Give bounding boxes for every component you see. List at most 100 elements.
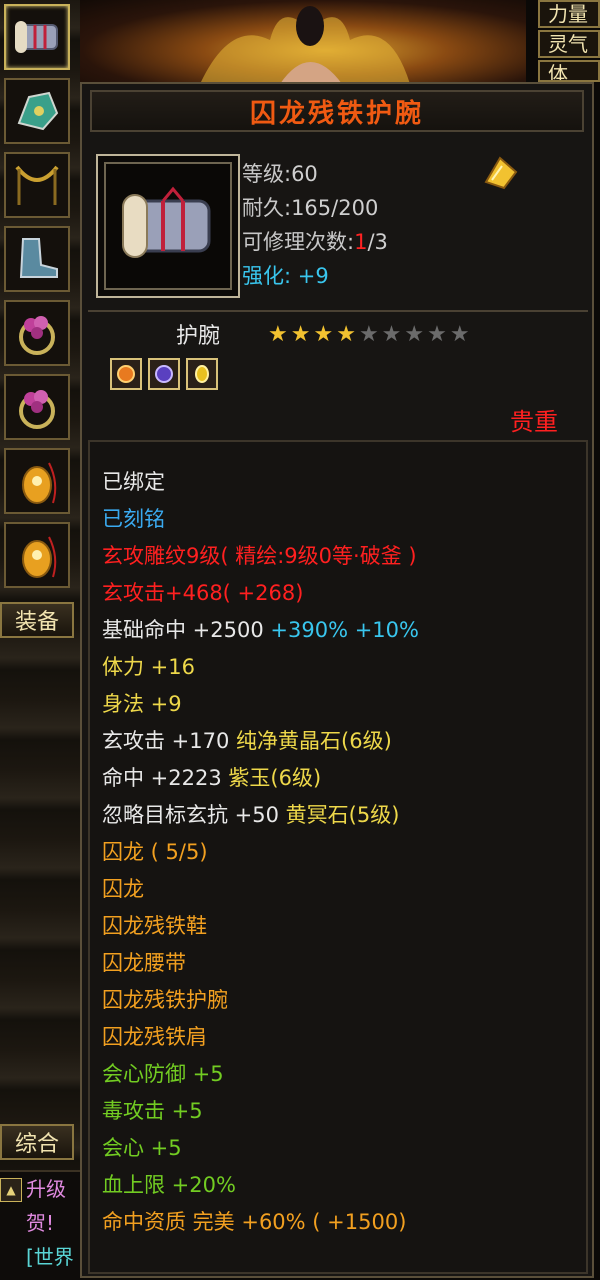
attribute-extra: 纯净黄晶石(6级) <box>236 729 392 753</box>
star-empty-icon: ★ <box>427 322 447 347</box>
star-filled-icon: ★ <box>290 322 311 347</box>
attribute-line: 忽略目标玄抗 +50 黄冥石(5级) <box>102 797 419 834</box>
equipment-column: 装备 综合 ▲ 升级 贺! [世界 <box>0 0 80 1280</box>
item-type: 护腕 <box>176 324 221 349</box>
item-level: 等级:60 <box>242 162 318 186</box>
attribute-line: 囚龙残铁护腕 <box>102 982 419 1019</box>
star-filled-icon: ★ <box>336 322 356 347</box>
orange-gem-icon <box>117 365 135 383</box>
attribute-text: 囚龙残铁鞋 <box>102 914 207 938</box>
equip-slot-ring-1[interactable] <box>4 300 70 366</box>
attribute-text: 玄攻击+468( +268) <box>102 581 304 605</box>
attribute-line: 囚龙腰带 <box>102 945 419 982</box>
tab-equipment[interactable]: 装备 <box>0 602 74 638</box>
equip-slot-pendant-1[interactable] <box>4 448 70 514</box>
item-repair-count: 可修理次数:1/3 <box>242 230 388 254</box>
equip-slot-boots[interactable] <box>4 226 70 292</box>
star-filled-icon: ★ <box>313 322 334 347</box>
chat-line: [世界 <box>26 1245 74 1269</box>
attribute-line: 毒攻击 +5 <box>102 1093 419 1130</box>
attribute-line: 玄攻雕纹9级( 精绘:9级0等·破釜 ) <box>102 538 419 575</box>
attribute-extra: 紫玉(6级) <box>228 766 322 790</box>
star-empty-icon: ★ <box>404 322 425 347</box>
attribute-line: 基础命中 +2500 +390% +10% <box>102 612 419 649</box>
star-empty-icon: ★ <box>358 322 379 347</box>
item-quality: 贵重 <box>510 408 558 436</box>
attribute-text: 基础命中 +2500 <box>102 618 271 642</box>
attribute-text: 命中 +2223 <box>102 766 229 790</box>
socket-gem-1 <box>110 358 142 390</box>
character-figure-icon <box>200 6 410 85</box>
ring-icon <box>19 316 55 355</box>
attribute-text: 囚龙残铁肩 <box>102 1025 207 1049</box>
attribute-text: 囚龙 <box>102 877 144 901</box>
gem-sockets <box>110 358 218 390</box>
attribute-text: 毒攻击 +5 <box>102 1099 203 1123</box>
item-tooltip: 囚龙残铁护腕 等级:60 耐久:165/200 可修理次数:1/3 强化: +9… <box>80 82 594 1278</box>
attribute-line: 囚龙 <box>102 871 419 908</box>
item-icon-frame <box>96 154 240 298</box>
purple-gem-icon <box>155 365 173 383</box>
attribute-line: 囚龙残铁肩 <box>102 1019 419 1056</box>
attribute-line: 已刻铭 <box>102 501 419 538</box>
equip-slot-necklace[interactable] <box>4 152 70 218</box>
bracer-icon <box>122 186 211 258</box>
attribute-list: 已绑定 已刻铭 玄攻雕纹9级( 精绘:9级0等·破釜 ) 玄攻击+468( +268)… <box>102 464 419 1241</box>
attribute-text: 玄攻雕纹9级( 精绘:9级0等·破釜 ) <box>102 544 417 568</box>
attribute-text: 囚龙残铁护腕 <box>102 988 228 1012</box>
bracer-icon <box>15 21 58 53</box>
attribute-line: 命中 +2223 紫玉(6级) <box>102 760 419 797</box>
attribute-line: 会心防御 +5 <box>102 1056 419 1093</box>
attribute-extra: 黄冥石(5级) <box>285 803 400 827</box>
star-filled-icon: ★ <box>268 322 288 347</box>
tab-general[interactable]: 综合 <box>0 1124 74 1160</box>
stat-button-body[interactable]: 体 <box>538 60 600 82</box>
equip-slot-gauntlet[interactable] <box>4 78 70 144</box>
attribute-line: 命中资质 完美 +60% ( +1500) <box>102 1204 419 1241</box>
tooltip-title-bar: 囚龙残铁护腕 <box>90 90 584 132</box>
attribute-line: 玄攻击+468( +268) <box>102 575 419 612</box>
star-empty-icon: ★ <box>449 322 470 347</box>
attribute-line: 身法 +9 <box>102 686 419 723</box>
attribute-text: 会心防御 +5 <box>102 1062 224 1086</box>
attribute-line: 体力 +16 <box>102 649 419 686</box>
item-enhance-level: 强化: +9 <box>242 264 329 288</box>
attribute-text: 已刻铭 <box>102 507 165 531</box>
attribute-text: 会心 +5 <box>102 1136 182 1160</box>
divider <box>88 310 588 312</box>
attribute-text: 体力 +16 <box>102 655 195 679</box>
equip-slot-ring-2[interactable] <box>4 374 70 440</box>
attribute-extra: +390% +10% <box>270 618 419 642</box>
equip-slot-bracer[interactable] <box>4 4 70 70</box>
pendant-icon <box>22 462 57 504</box>
yellow-gem-icon <box>195 365 209 383</box>
attribute-text: 身法 +9 <box>102 692 182 716</box>
chat-panel[interactable]: ▲ 升级 贺! [世界 <box>0 1170 80 1280</box>
stat-button-strength[interactable]: 力量 <box>538 0 600 28</box>
item-durability: 耐久:165/200 <box>242 196 379 220</box>
star-empty-icon: ★ <box>381 322 402 347</box>
necklace-icon <box>15 165 59 205</box>
socket-gem-3 <box>186 358 218 390</box>
attribute-text: 命中资质 完美 +60% ( +1500) <box>102 1210 407 1234</box>
pendant-icon <box>22 536 57 578</box>
attribute-text: 囚龙 ( 5/5) <box>102 840 208 864</box>
chat-line: 贺! <box>26 1211 55 1235</box>
attribute-text: 玄攻击 +170 <box>102 729 237 753</box>
ring-icon <box>19 390 55 429</box>
star-rating: ★ ★ ★ ★ ★ ★ ★ ★ ★ <box>268 324 470 346</box>
stat-button-spirit[interactable]: 灵气 <box>538 30 600 58</box>
attribute-line: 血上限 +20% <box>102 1167 419 1204</box>
gauntlet-icon <box>17 91 59 131</box>
item-name: 囚龙残铁护腕 <box>249 98 424 129</box>
attribute-text: 囚龙腰带 <box>102 951 186 975</box>
attribute-line: 囚龙 ( 5/5) <box>102 834 419 871</box>
attribute-line: 玄攻击 +170 纯净黄晶石(6级) <box>102 723 419 760</box>
boots-icon <box>19 238 58 278</box>
chat-scroll-arrow-icon[interactable]: ▲ <box>0 1178 22 1202</box>
attribute-panel: 已绑定 已刻铭 玄攻雕纹9级( 精绘:9级0等·破釜 ) 玄攻击+468( +268)… <box>88 440 588 1274</box>
equip-slot-pendant-2[interactable] <box>4 522 70 588</box>
attribute-line: 会心 +5 <box>102 1130 419 1167</box>
gold-gem-icon <box>484 156 518 190</box>
attribute-text: 忽略目标玄抗 +50 <box>102 803 286 827</box>
